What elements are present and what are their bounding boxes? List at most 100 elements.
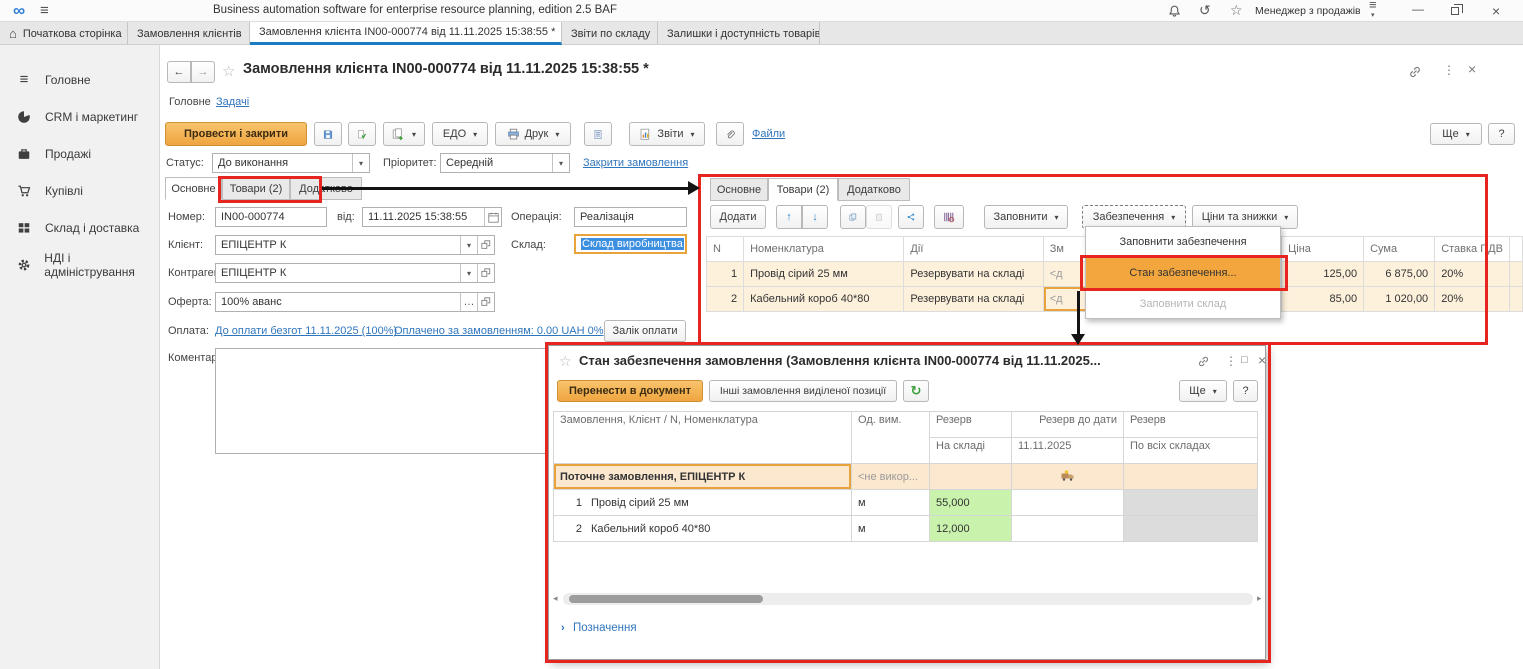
- notifications-bell-icon[interactable]: [1168, 4, 1181, 18]
- scroll-left-icon[interactable]: ◂: [553, 593, 558, 604]
- menu-item-fill-warehouse[interactable]: Заповнити склад: [1086, 289, 1280, 318]
- subtab-main[interactable]: Головне: [169, 96, 211, 108]
- create-based-on-button[interactable]: ▾: [383, 122, 425, 146]
- forward-button[interactable]: →: [191, 61, 215, 83]
- share-rows-button[interactable]: [898, 205, 924, 229]
- more-actions-kebab-icon[interactable]: ⋮: [1443, 63, 1455, 77]
- menu-item-fill-supply[interactable]: Заповнити забезпечення: [1086, 227, 1280, 256]
- back-button[interactable]: ←: [167, 61, 191, 83]
- offer-input[interactable]: 100% аванс …: [215, 292, 495, 312]
- form-tab-main[interactable]: Основне: [165, 177, 222, 200]
- supply-table-group-row[interactable]: Поточне замовлення, ЕПІЦЕНТР К <не викор…: [554, 464, 1258, 490]
- sidebar-item-warehouse-delivery[interactable]: Склад і доставка: [0, 209, 159, 246]
- move-row-down-button[interactable]: ↓: [802, 205, 828, 229]
- refresh-button[interactable]: ↻: [903, 380, 929, 402]
- transfer-to-document-button[interactable]: Перенести в документ: [557, 380, 703, 402]
- more-button[interactable]: Ще▾: [1430, 123, 1482, 145]
- open-item-icon[interactable]: [477, 264, 494, 282]
- calculator-icon: [593, 128, 603, 141]
- help-button[interactable]: ?: [1233, 380, 1258, 402]
- more-actions-kebab-icon[interactable]: ⋮: [1225, 354, 1237, 368]
- scrollbar-thumb[interactable]: [569, 595, 763, 603]
- payment-terms-link[interactable]: До оплати безгот 11.11.2025 (100%): [215, 325, 397, 337]
- priority-select[interactable]: Середній ▾: [440, 153, 570, 173]
- edo-button[interactable]: ЕДО▾: [432, 122, 488, 146]
- number-input[interactable]: IN00-000774: [215, 207, 327, 227]
- view-settings-icon[interactable]: ≡▾: [1369, 1, 1377, 20]
- more-button[interactable]: Ще▾: [1179, 380, 1227, 402]
- supply-table-row[interactable]: 2Кабельний короб 40*80 м 12,000: [554, 516, 1258, 542]
- print-button[interactable]: Друк▾: [495, 122, 571, 146]
- tab-warehouse-reports[interactable]: Звіти по складу ×: [562, 22, 658, 45]
- horizontal-scrollbar[interactable]: [563, 593, 1253, 605]
- goods-panel-tab-goods[interactable]: Товари (2): [768, 178, 838, 201]
- sidebar-item-main[interactable]: ≡ Головне: [0, 61, 159, 98]
- attachments-button[interactable]: [716, 122, 744, 146]
- barcode-scan-button[interactable]: [934, 205, 964, 229]
- reports-button[interactable]: Звіти▾: [629, 122, 705, 146]
- user-role-label[interactable]: Менеджер з продажів: [1255, 5, 1361, 17]
- history-icon[interactable]: ↺: [1199, 3, 1211, 17]
- goods-panel-tab-main[interactable]: Основне: [710, 178, 768, 201]
- save-button[interactable]: [314, 122, 342, 146]
- tab-home-page[interactable]: ⌂ Початкова сторінка: [0, 22, 128, 45]
- form-tab-goods[interactable]: Товари (2): [222, 177, 290, 200]
- sidebar-item-nsi-administration[interactable]: НДІ і адміністрування: [0, 246, 159, 283]
- status-select[interactable]: До виконання ▾: [212, 153, 370, 173]
- supply-table-row[interactable]: 1Провід сірий 25 мм м 55,000: [554, 490, 1258, 516]
- favorites-star-icon[interactable]: ☆: [1230, 3, 1243, 17]
- open-item-icon[interactable]: [477, 236, 494, 254]
- operation-input[interactable]: Реалізація: [574, 207, 687, 227]
- sidebar-item-purchases[interactable]: Купівлі: [0, 172, 159, 209]
- offer-label: Оферта:: [168, 296, 212, 308]
- get-link-icon[interactable]: [1408, 65, 1422, 79]
- minimize-window-icon[interactable]: —: [1412, 2, 1424, 16]
- menu-item-supply-state[interactable]: Стан забезпечення...: [1086, 256, 1280, 289]
- close-form-icon[interactable]: ×: [1468, 61, 1476, 77]
- close-window-icon[interactable]: ×: [1492, 3, 1500, 19]
- get-link-icon[interactable]: [1197, 355, 1210, 368]
- scroll-right-icon[interactable]: ▸: [1257, 593, 1262, 604]
- move-row-up-button[interactable]: ↑: [776, 205, 802, 229]
- copy-rows-button[interactable]: [840, 205, 866, 229]
- choose-ellipsis-icon[interactable]: …: [460, 293, 477, 311]
- contractor-input[interactable]: ЕПІЦЕНТР К ▾: [215, 263, 495, 283]
- close-window-icon[interactable]: ×: [1258, 352, 1266, 368]
- fill-menu-button[interactable]: Заповнити▾: [984, 205, 1068, 229]
- files-link[interactable]: Файли: [752, 128, 785, 140]
- add-row-button[interactable]: Додати: [710, 205, 766, 229]
- tab-goods-availability[interactable]: Залишки і доступність товарів ×: [658, 22, 820, 45]
- help-button[interactable]: ?: [1488, 123, 1515, 145]
- client-input[interactable]: ЕПІЦЕНТР К ▾: [215, 235, 495, 255]
- priority-label: Пріоритет:: [383, 157, 437, 169]
- payment-offset-button[interactable]: Залік оплати: [604, 320, 686, 342]
- tab-client-order-document[interactable]: Замовлення клієнта IN00-000774 від 11.11…: [250, 22, 562, 45]
- other-orders-button[interactable]: Інші замовлення виділеної позиції: [709, 380, 897, 402]
- date-input[interactable]: 11.11.2025 15:38:55: [362, 207, 502, 227]
- calculator-button[interactable]: [584, 122, 612, 146]
- sidebar-item-sales[interactable]: Продажі: [0, 135, 159, 172]
- calendar-icon[interactable]: [484, 208, 501, 226]
- tab-client-orders[interactable]: Замовлення клієнтів ×: [128, 22, 250, 45]
- dropdown-arrow-icon[interactable]: ▾: [352, 154, 369, 172]
- open-item-icon[interactable]: [477, 293, 494, 311]
- paste-rows-button[interactable]: [866, 205, 892, 229]
- restore-window-icon[interactable]: [1451, 6, 1459, 18]
- payment-paid-link[interactable]: Оплачено за замовленням: 0.00 UAH 0%: [394, 325, 604, 337]
- warehouse-input[interactable]: Склад виробництва: [574, 234, 687, 254]
- maximize-window-icon[interactable]: □: [1241, 354, 1248, 366]
- dropdown-arrow-icon[interactable]: ▾: [460, 236, 477, 254]
- legend-expander-link[interactable]: Позначення: [573, 622, 637, 634]
- close-order-link[interactable]: Закрити замовлення: [583, 157, 688, 169]
- chevron-right-icon[interactable]: ›: [561, 622, 565, 634]
- post-document-button[interactable]: [348, 122, 376, 146]
- sidebar-item-crm-marketing[interactable]: CRM і маркетинг: [0, 98, 159, 135]
- goods-panel-tab-extra[interactable]: Додатково: [838, 178, 910, 201]
- post-and-close-button[interactable]: Провести і закрити: [165, 122, 307, 146]
- favorite-star-icon[interactable]: ☆: [222, 62, 235, 80]
- main-menu-icon[interactable]: ≡: [40, 3, 49, 19]
- dropdown-arrow-icon[interactable]: ▾: [460, 264, 477, 282]
- subtab-tasks[interactable]: Задачі: [216, 96, 249, 108]
- dropdown-arrow-icon[interactable]: ▾: [552, 154, 569, 172]
- favorite-star-icon[interactable]: ☆: [559, 353, 572, 370]
